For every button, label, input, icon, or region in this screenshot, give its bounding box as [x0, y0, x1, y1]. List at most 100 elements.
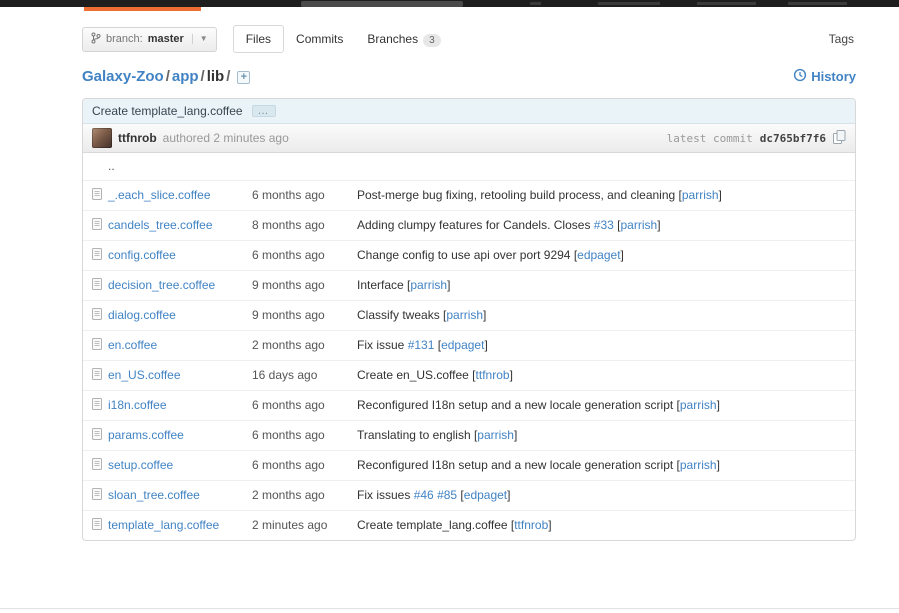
file-name-link[interactable]: dialog.coffee [108, 308, 176, 322]
commit-message-link[interactable]: edpaget [441, 338, 484, 352]
tab-branches-label: Branches [367, 32, 418, 46]
file-age: 9 months ago [243, 301, 348, 331]
file-row: config.coffee 6 months ago Change config… [83, 241, 855, 271]
file-commit-message: Post-merge bug fixing, retooling build p… [348, 181, 855, 211]
file-age: 6 months ago [243, 421, 348, 451]
file-name-link[interactable]: params.coffee [108, 428, 184, 442]
breadcrumb-dir-link[interactable]: app [172, 68, 199, 85]
file-row: setup.coffee 6 months ago Reconfigured I… [83, 451, 855, 481]
branch-selector[interactable]: branch: master ▼ [82, 27, 217, 52]
commit-message-link[interactable]: ttfnrob [514, 518, 548, 532]
commit-message-link[interactable]: ttfnrob [476, 368, 510, 382]
commit-message-link[interactable]: parrish [680, 458, 717, 472]
latest-commit-meta-bar: ttfnrob authored 2 minutes ago latest co… [83, 124, 855, 153]
file-name-link[interactable]: candels_tree.coffee [108, 218, 213, 232]
commit-sha: dc765bf7f6 [760, 132, 826, 145]
file-commit-message: Create template_lang.coffee [ttfnrob] [348, 511, 855, 541]
tab-tags[interactable]: Tags [829, 32, 856, 46]
commit-message-link[interactable]: parrish [410, 278, 447, 292]
file-age: 9 months ago [243, 271, 348, 301]
file-age: 6 months ago [243, 181, 348, 211]
file-icon [92, 308, 102, 323]
commit-message-link[interactable]: parrish [682, 188, 719, 202]
commit-message-link[interactable]: parrish [621, 218, 658, 232]
file-row: candels_tree.coffee 8 months ago Adding … [83, 211, 855, 241]
nav-item [788, 2, 847, 5]
repo-content: branch: master ▼ Files Commits Branches 3… [82, 24, 856, 541]
commit-message-link[interactable]: edpaget [464, 488, 507, 502]
commit-message-link[interactable]: #85 [437, 488, 457, 502]
file-icon [92, 218, 102, 233]
history-link[interactable]: History [793, 68, 856, 85]
commit-author-link[interactable]: ttfnrob [118, 131, 157, 145]
commit-message-expander-button[interactable]: … [252, 105, 276, 117]
global-nav-bar [0, 0, 899, 7]
file-name-cell: _.each_slice.coffee [83, 181, 243, 211]
history-label: History [811, 69, 856, 84]
file-icon [92, 488, 102, 503]
file-age: 2 minutes ago [243, 511, 348, 541]
file-name-link[interactable]: setup.coffee [108, 458, 173, 472]
latest-commit-title-bar: Create template_lang.coffee … [83, 99, 855, 124]
commit-message-link[interactable]: parrish [446, 308, 483, 322]
file-icon [92, 248, 102, 263]
file-row: template_lang.coffee 2 minutes ago Creat… [83, 511, 855, 541]
file-age: 6 months ago [243, 391, 348, 421]
breadcrumb: Galaxy-Zoo/app/lib/+ [82, 68, 250, 85]
file-icon [92, 338, 102, 353]
file-icon [92, 458, 102, 473]
commit-message-link[interactable]: parrish [477, 428, 514, 442]
parent-directory-link[interactable]: .. [108, 159, 115, 173]
file-name-link[interactable]: _.each_slice.coffee [108, 188, 211, 202]
file-name-cell: params.coffee [83, 421, 243, 451]
file-name-link[interactable]: config.coffee [108, 248, 176, 262]
copy-sha-button[interactable] [833, 130, 846, 147]
repo-toolbar: branch: master ▼ Files Commits Branches 3… [82, 24, 856, 54]
commit-message-link[interactable]: edpaget [577, 248, 620, 262]
parent-directory-row: .. [83, 153, 855, 181]
file-commit-message: Change config to use api over port 9294 … [348, 241, 855, 271]
breadcrumb-separator: / [166, 68, 170, 85]
new-file-icon[interactable]: + [237, 71, 250, 84]
file-name-cell: template_lang.coffee [83, 511, 243, 541]
file-browser: Create template_lang.coffee … ttfnrob au… [82, 98, 856, 541]
file-name-cell: dialog.coffee [83, 301, 243, 331]
file-name-link[interactable]: en.coffee [108, 338, 157, 352]
file-name-link[interactable]: template_lang.coffee [108, 518, 219, 532]
latest-commit-sha-group: latest commit dc765bf7f6 [667, 130, 846, 147]
file-icon [92, 368, 102, 383]
file-commit-message: Interface [parrish] [348, 271, 855, 301]
tab-branches[interactable]: Branches 3 [355, 26, 452, 53]
file-commit-message: Reconfigured I18n setup and a new locale… [348, 391, 855, 421]
file-icon [92, 188, 102, 203]
avatar[interactable] [92, 128, 112, 148]
file-table: .. _.each_slice.coffee 6 months ago Post… [83, 153, 855, 540]
clipboard-icon [833, 130, 846, 147]
file-name-link[interactable]: en_US.coffee [108, 368, 181, 382]
file-row: en_US.coffee 16 days ago Create en_US.co… [83, 361, 855, 391]
parent-directory-cell: .. [83, 153, 855, 181]
breadcrumb-separator: / [201, 68, 205, 85]
nav-search-input[interactable] [301, 1, 463, 7]
footer-divider [0, 608, 899, 609]
file-icon [92, 398, 102, 413]
file-commit-message: Fix issue #131 [edpaget] [348, 331, 855, 361]
commit-message-link[interactable]: #46 [414, 488, 434, 502]
file-name-link[interactable]: sloan_tree.coffee [108, 488, 200, 502]
tab-commits[interactable]: Commits [284, 26, 355, 52]
breadcrumb-repo-link[interactable]: Galaxy-Zoo [82, 68, 164, 85]
tab-files[interactable]: Files [233, 25, 284, 53]
file-icon [92, 278, 102, 293]
file-icon [92, 428, 102, 443]
commit-message-link[interactable]: parrish [680, 398, 717, 412]
commit-message-link[interactable]: #33 [594, 218, 614, 232]
file-name-link[interactable]: decision_tree.coffee [108, 278, 215, 292]
commit-message-link[interactable]: #131 [408, 338, 435, 352]
file-name-link[interactable]: i18n.coffee [108, 398, 167, 412]
file-commit-message: Reconfigured I18n setup and a new locale… [348, 451, 855, 481]
file-name-cell: decision_tree.coffee [83, 271, 243, 301]
file-age: 8 months ago [243, 211, 348, 241]
branches-count-badge: 3 [423, 34, 441, 47]
branch-name: master [148, 33, 184, 45]
nav-item [598, 2, 660, 5]
